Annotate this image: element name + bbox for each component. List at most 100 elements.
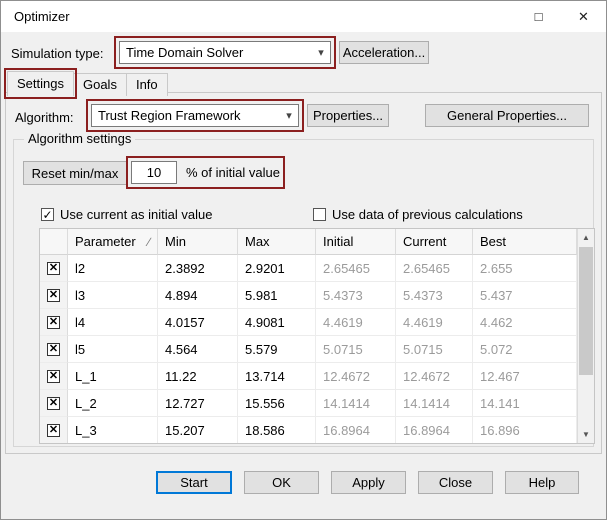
param-name[interactable]: l4: [68, 309, 158, 336]
min-value[interactable]: 15.207: [158, 417, 238, 443]
tab-settings[interactable]: Settings: [4, 68, 77, 99]
simulation-type-label: Simulation type:: [11, 46, 104, 61]
chevron-down-icon: ▾: [286, 110, 292, 122]
header-parameter[interactable]: Parameter ∕: [68, 229, 158, 255]
row-select-cell: ✕: [40, 336, 68, 363]
best-value[interactable]: 16.896: [473, 417, 577, 443]
best-value[interactable]: 4.462: [473, 309, 577, 336]
general-properties-button[interactable]: General Properties...: [425, 104, 589, 127]
header-max[interactable]: Max: [238, 229, 316, 255]
header-initial[interactable]: Initial: [316, 229, 396, 255]
use-current-checkbox[interactable]: ✓: [41, 208, 54, 221]
min-value[interactable]: 4.0157: [158, 309, 238, 336]
maximize-icon[interactable]: □: [516, 1, 561, 32]
vertical-scrollbar[interactable]: ▲ ▼: [577, 229, 594, 443]
initial-value[interactable]: 5.0715: [316, 336, 396, 363]
min-value[interactable]: 11.22: [158, 363, 238, 390]
table-row: ✕ l3 4.894 5.981 5.4373 5.4373 5.437: [40, 282, 577, 309]
initial-value-percent-input[interactable]: [131, 161, 177, 184]
apply-button[interactable]: Apply: [331, 471, 406, 494]
best-value[interactable]: 14.141: [473, 390, 577, 417]
max-value[interactable]: 18.586: [238, 417, 316, 443]
best-value[interactable]: 12.467: [473, 363, 577, 390]
row-checkbox[interactable]: ✕: [47, 342, 60, 356]
help-button[interactable]: Help: [505, 471, 579, 494]
initial-value[interactable]: 16.8964: [316, 417, 396, 443]
optimizer-dialog: Optimizer □ ✕ Simulation type: Time Doma…: [0, 0, 607, 520]
row-select-cell: ✕: [40, 390, 68, 417]
table-row: ✕ l2 2.3892 2.9201 2.65465 2.65465 2.655: [40, 255, 577, 282]
initial-value[interactable]: 4.4619: [316, 309, 396, 336]
tab-info[interactable]: Info: [125, 73, 168, 96]
table-inner: Parameter ∕ Min Max Initial Current Best…: [40, 229, 577, 443]
reset-suffix-label: % of initial value: [186, 165, 280, 180]
header-min[interactable]: Min: [158, 229, 238, 255]
acceleration-button[interactable]: Acceleration...: [339, 41, 429, 64]
row-checkbox[interactable]: ✕: [47, 423, 60, 437]
initial-value[interactable]: 12.4672: [316, 363, 396, 390]
max-value[interactable]: 15.556: [238, 390, 316, 417]
use-previous-checkbox[interactable]: [313, 208, 326, 221]
reset-minmax-button[interactable]: Reset min/max: [23, 161, 127, 185]
max-value[interactable]: 5.579: [238, 336, 316, 363]
min-value[interactable]: 12.727: [158, 390, 238, 417]
best-value[interactable]: 2.655: [473, 255, 577, 282]
caption-buttons: □ ✕: [516, 1, 606, 32]
header-current[interactable]: Current: [396, 229, 473, 255]
current-value[interactable]: 12.4672: [396, 363, 473, 390]
param-name[interactable]: L_1: [68, 363, 158, 390]
row-select-cell: ✕: [40, 363, 68, 390]
start-button[interactable]: Start: [156, 471, 232, 494]
row-checkbox[interactable]: ✕: [47, 288, 60, 302]
simulation-type-dropdown[interactable]: Time Domain Solver ▾: [114, 36, 336, 69]
param-name[interactable]: L_2: [68, 390, 158, 417]
table-body: ✕ l2 2.3892 2.9201 2.65465 2.65465 2.655 ✕ l3 4.8…: [40, 255, 577, 443]
current-value[interactable]: 5.4373: [396, 282, 473, 309]
initial-value[interactable]: 2.65465: [316, 255, 396, 282]
current-value[interactable]: 5.0715: [396, 336, 473, 363]
param-name[interactable]: L_3: [68, 417, 158, 443]
min-value[interactable]: 2.3892: [158, 255, 238, 282]
title-bar: Optimizer □ ✕: [1, 1, 606, 32]
param-name[interactable]: l5: [68, 336, 158, 363]
row-select-cell: ✕: [40, 255, 68, 282]
use-current-label: Use current as initial value: [60, 207, 213, 222]
sort-ascending-icon: ∕: [147, 234, 150, 249]
min-value[interactable]: 4.894: [158, 282, 238, 309]
use-previous-row: Use data of previous calculations: [313, 207, 523, 222]
use-current-row: ✓ Use current as initial value: [41, 207, 212, 222]
reset-value-group: % of initial value: [126, 156, 285, 189]
row-checkbox[interactable]: ✕: [47, 396, 60, 410]
row-checkbox[interactable]: ✕: [47, 369, 60, 383]
properties-button[interactable]: Properties...: [307, 104, 389, 127]
ok-button[interactable]: OK: [244, 471, 319, 494]
current-value[interactable]: 14.1414: [396, 390, 473, 417]
scroll-down-icon[interactable]: ▼: [578, 426, 594, 443]
group-title: Algorithm settings: [24, 131, 136, 146]
param-name[interactable]: l2: [68, 255, 158, 282]
initial-value[interactable]: 5.4373: [316, 282, 396, 309]
current-value[interactable]: 16.8964: [396, 417, 473, 443]
initial-value[interactable]: 14.1414: [316, 390, 396, 417]
current-value[interactable]: 2.65465: [396, 255, 473, 282]
min-value[interactable]: 4.564: [158, 336, 238, 363]
param-name[interactable]: l3: [68, 282, 158, 309]
best-value[interactable]: 5.437: [473, 282, 577, 309]
close-icon[interactable]: ✕: [561, 1, 606, 32]
row-checkbox[interactable]: ✕: [47, 261, 60, 275]
tab-goals[interactable]: Goals: [72, 73, 127, 96]
max-value[interactable]: 5.981: [238, 282, 316, 309]
header-best[interactable]: Best: [473, 229, 577, 255]
close-button[interactable]: Close: [418, 471, 493, 494]
max-value[interactable]: 13.714: [238, 363, 316, 390]
scrollbar-thumb[interactable]: [579, 247, 593, 375]
max-value[interactable]: 2.9201: [238, 255, 316, 282]
row-checkbox[interactable]: ✕: [47, 315, 60, 329]
algorithm-label: Algorithm:: [15, 110, 74, 125]
chevron-down-icon: ▾: [318, 47, 324, 59]
scroll-up-icon[interactable]: ▲: [578, 229, 594, 246]
current-value[interactable]: 4.4619: [396, 309, 473, 336]
max-value[interactable]: 4.9081: [238, 309, 316, 336]
algorithm-dropdown[interactable]: Trust Region Framework ▾: [86, 99, 304, 132]
best-value[interactable]: 5.072: [473, 336, 577, 363]
